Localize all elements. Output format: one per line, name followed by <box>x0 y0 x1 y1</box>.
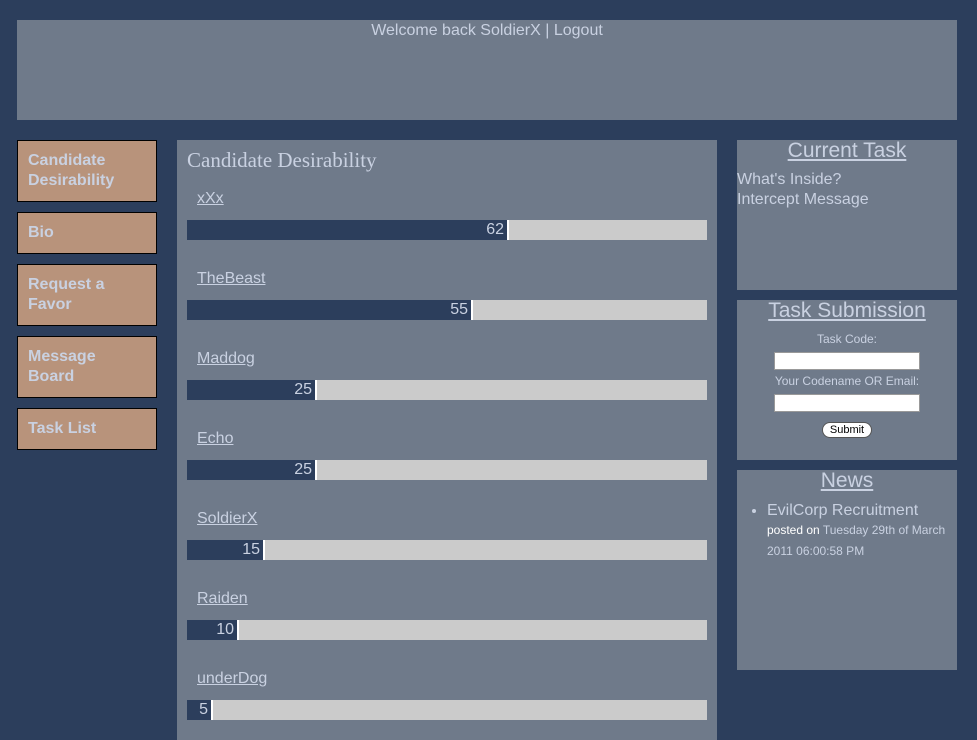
candidate-row: Echo 25 <box>177 420 717 500</box>
codename-label: Your Codename OR Email: <box>774 374 920 388</box>
desirability-bar-fill: 55 <box>187 300 473 320</box>
news-panel: News EvilCorp Recruitment posted on Tues… <box>737 470 957 670</box>
current-task-panel: Current Task What's Inside? Intercept Me… <box>737 140 957 290</box>
desirability-bar-track: 55 <box>187 300 707 320</box>
separator: | <box>545 22 550 39</box>
desirability-bar-fill: 25 <box>187 460 317 480</box>
desirability-bar-track: 10 <box>187 620 707 640</box>
candidate-name-link[interactable]: Maddog <box>197 350 255 368</box>
news-item-meta: posted on Tuesday 29th of March 2011 06:… <box>767 520 957 562</box>
desirability-bar-track: 15 <box>187 540 707 560</box>
logout-link[interactable]: Logout <box>554 22 603 39</box>
nav-item-candidate-desirability[interactable]: Candidate Desirability <box>17 140 157 202</box>
desirability-score: 62 <box>486 221 504 238</box>
news-item: EvilCorp Recruitment posted on Tuesday 2… <box>767 502 957 562</box>
desirability-bar-track: 62 <box>187 220 707 240</box>
codename-input[interactable] <box>774 394 920 412</box>
news-posted-label: posted on <box>767 523 820 537</box>
task-code-input[interactable] <box>774 352 920 370</box>
desirability-score: 15 <box>242 541 260 558</box>
candidate-name-link[interactable]: SoldierX <box>197 510 257 528</box>
desirability-bar-fill: 15 <box>187 540 265 560</box>
news-list: EvilCorp Recruitment posted on Tuesday 2… <box>737 502 957 562</box>
desirability-score: 25 <box>294 381 312 398</box>
current-task-line: What's Inside? <box>737 171 842 188</box>
candidate-row: TheBeast 55 <box>177 260 717 340</box>
desirability-bar-fill: 5 <box>187 700 213 720</box>
candidate-name-link[interactable]: xXx <box>197 190 224 208</box>
candidate-row: Raiden 10 <box>177 580 717 660</box>
desirability-score: 10 <box>216 621 234 638</box>
sidebar-nav: Candidate Desirability Bio Request a Fav… <box>17 140 157 460</box>
page-title: Candidate Desirability <box>187 148 377 172</box>
candidate-name-link[interactable]: Raiden <box>197 590 248 608</box>
nav-item-task-list[interactable]: Task List <box>17 408 157 450</box>
desirability-bar-track: 25 <box>187 380 707 400</box>
candidate-name-link[interactable]: Echo <box>197 430 233 448</box>
candidate-row: SoldierX 15 <box>177 500 717 580</box>
nav-item-message-board[interactable]: Message Board <box>17 336 157 398</box>
desirability-score: 25 <box>294 461 312 478</box>
current-task-title: Current Task <box>787 139 907 162</box>
candidate-row: xXx 62 <box>177 180 717 260</box>
candidate-name-link[interactable]: TheBeast <box>197 270 265 288</box>
candidate-name-link[interactable]: underDog <box>197 670 267 688</box>
welcome-text: Welcome back SoldierX <box>371 22 541 39</box>
submit-button[interactable]: Submit <box>821 422 873 438</box>
news-item-title[interactable]: EvilCorp Recruitment <box>767 502 957 520</box>
desirability-score: 55 <box>450 301 468 318</box>
candidate-list: xXx 62 TheBeast 55 Maddog 25 Echo 25 SoldierX 15 R… <box>177 180 717 740</box>
nav-item-bio[interactable]: Bio <box>17 212 157 254</box>
candidate-row: Maddog 25 <box>177 340 717 420</box>
task-submission-panel: Task Submission Task Code: Your Codename… <box>737 300 957 460</box>
main-panel: Candidate Desirability xXx 62 TheBeast 55 Ma… <box>177 140 717 740</box>
task-submission-title: Task Submission <box>768 299 926 322</box>
desirability-bar-track: 5 <box>187 700 707 720</box>
header: Welcome back SoldierX | Logout <box>17 20 957 120</box>
welcome-line: Welcome back SoldierX | Logout <box>371 22 603 40</box>
desirability-bar-fill: 62 <box>187 220 509 240</box>
desirability-bar-fill: 10 <box>187 620 239 640</box>
candidate-row: underDog 5 <box>177 660 717 740</box>
news-title: News <box>820 469 874 492</box>
current-task-line: Intercept Message <box>737 191 869 208</box>
nav-item-request-a-favor[interactable]: Request a Favor <box>17 264 157 326</box>
desirability-bar-track: 25 <box>187 460 707 480</box>
task-code-label: Task Code: <box>816 332 878 346</box>
desirability-bar-fill: 25 <box>187 380 317 400</box>
